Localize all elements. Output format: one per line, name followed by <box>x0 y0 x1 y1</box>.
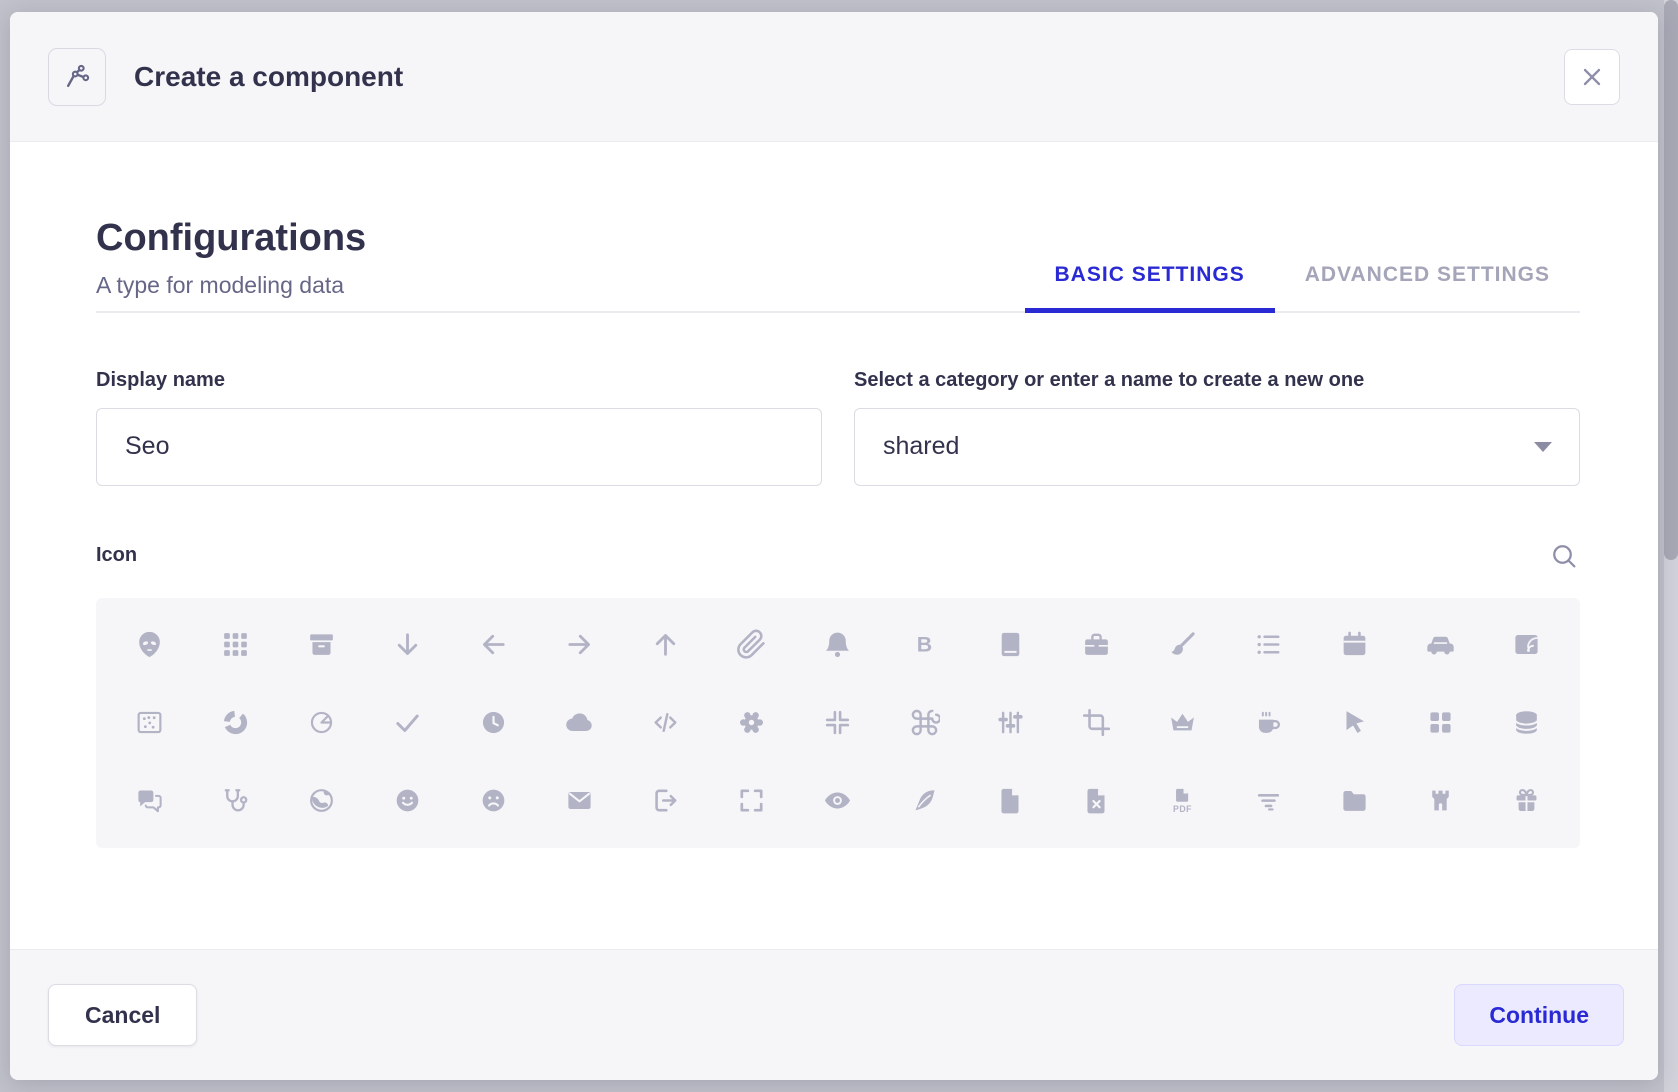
icon-envelope[interactable] <box>537 762 623 840</box>
icon-car[interactable] <box>1398 606 1484 684</box>
icon-brush[interactable] <box>1139 606 1225 684</box>
icon-file-pdf[interactable]: PDF <box>1139 762 1225 840</box>
svg-text:B: B <box>916 633 931 657</box>
icon-collapse[interactable] <box>795 684 881 762</box>
icon-arrow-right[interactable] <box>537 606 623 684</box>
icon-apps[interactable] <box>192 606 278 684</box>
modal-title: Create a component <box>134 61 403 93</box>
icon-crop[interactable] <box>1053 684 1139 762</box>
icon-chart-bubble[interactable] <box>106 684 192 762</box>
icon-archive[interactable] <box>278 606 364 684</box>
icon-cursor[interactable] <box>1312 684 1398 762</box>
create-component-modal: Create a component Configurations A type… <box>10 12 1658 1080</box>
form-row: Display name Select a category or enter … <box>96 369 1580 486</box>
icon-file[interactable] <box>967 762 1053 840</box>
close-icon <box>1580 65 1604 89</box>
icon-attachment[interactable] <box>709 606 795 684</box>
modal-body: Configurations A type for modeling data … <box>10 142 1658 949</box>
display-name-field-group: Display name <box>96 369 822 486</box>
icon-earth[interactable] <box>278 762 364 840</box>
icon-cup[interactable] <box>1226 684 1312 762</box>
icon-database[interactable] <box>1484 684 1570 762</box>
continue-button[interactable]: Continue <box>1454 984 1624 1046</box>
category-select-value: shared <box>883 432 959 461</box>
icon-arrow-left[interactable] <box>450 606 536 684</box>
icon-connector[interactable] <box>967 684 1053 762</box>
modal-header: Create a component <box>10 12 1658 142</box>
page-scrollbar-track <box>1664 0 1678 1092</box>
icon-alien[interactable] <box>106 606 192 684</box>
icon-file-error[interactable] <box>1053 762 1139 840</box>
chevron-down-icon <box>1533 441 1553 453</box>
close-button[interactable] <box>1564 49 1620 105</box>
search-icon[interactable] <box>1548 540 1580 572</box>
icon-crown[interactable] <box>1139 684 1225 762</box>
section-head: Configurations A type for modeling data … <box>96 216 1580 313</box>
icon-bold[interactable]: B <box>881 606 967 684</box>
icon-cast[interactable] <box>1484 606 1570 684</box>
icon-gift[interactable] <box>1484 762 1570 840</box>
icon-dashboard[interactable] <box>1398 684 1484 762</box>
icon-chart-pie[interactable] <box>278 684 364 762</box>
icon-head: Icon <box>96 540 1580 572</box>
icon-doctor[interactable] <box>192 762 278 840</box>
page-title: Configurations <box>96 216 366 262</box>
icon-filter[interactable] <box>1226 762 1312 840</box>
icon-section: Icon B PDF <box>96 540 1580 848</box>
icon-emotion-unhappy[interactable] <box>450 762 536 840</box>
category-label: Select a category or enter a name to cre… <box>854 369 1580 392</box>
svg-text:PDF: PDF <box>1173 804 1192 814</box>
icon-book[interactable] <box>967 606 1053 684</box>
icon-feather[interactable] <box>881 762 967 840</box>
icon-briefcase[interactable] <box>1053 606 1139 684</box>
icon-calendar[interactable] <box>1312 606 1398 684</box>
page-subtitle: A type for modeling data <box>96 272 366 299</box>
icon-gate[interactable] <box>1398 762 1484 840</box>
category-field-group: Select a category or enter a name to cre… <box>854 369 1580 486</box>
cancel-button[interactable]: Cancel <box>48 984 197 1046</box>
component-icon <box>48 48 106 106</box>
icon-eye[interactable] <box>795 762 881 840</box>
icon-grid: B PDF <box>96 598 1580 848</box>
display-name-label: Display name <box>96 369 822 392</box>
icon-emotion-happy[interactable] <box>364 762 450 840</box>
tab-basic-settings[interactable]: BASIC SETTINGS <box>1025 263 1275 311</box>
icon-check[interactable] <box>364 684 450 762</box>
tabs: BASIC SETTINGSADVANCED SETTINGS <box>1025 263 1580 311</box>
display-name-input[interactable] <box>96 408 822 486</box>
page-scrollbar-thumb[interactable] <box>1664 0 1678 560</box>
icon-cloud[interactable] <box>537 684 623 762</box>
icon-discuss[interactable] <box>106 762 192 840</box>
icon-expand[interactable] <box>709 762 795 840</box>
category-select[interactable]: shared <box>854 408 1580 486</box>
tab-advanced-settings[interactable]: ADVANCED SETTINGS <box>1275 263 1580 311</box>
icon-clock[interactable] <box>450 684 536 762</box>
icon-cog[interactable] <box>709 684 795 762</box>
icon-arrow-up[interactable] <box>623 606 709 684</box>
icon-bullet-list[interactable] <box>1226 606 1312 684</box>
icon-folder[interactable] <box>1312 762 1398 840</box>
modal-footer: Cancel Continue <box>10 949 1658 1080</box>
icon-exit[interactable] <box>623 762 709 840</box>
icon-label: Icon <box>96 544 137 567</box>
icon-bell[interactable] <box>795 606 881 684</box>
icon-code[interactable] <box>623 684 709 762</box>
icon-arrow-down[interactable] <box>364 606 450 684</box>
icon-command[interactable] <box>881 684 967 762</box>
icon-chart-circle[interactable] <box>192 684 278 762</box>
heading-block: Configurations A type for modeling data <box>96 216 366 311</box>
